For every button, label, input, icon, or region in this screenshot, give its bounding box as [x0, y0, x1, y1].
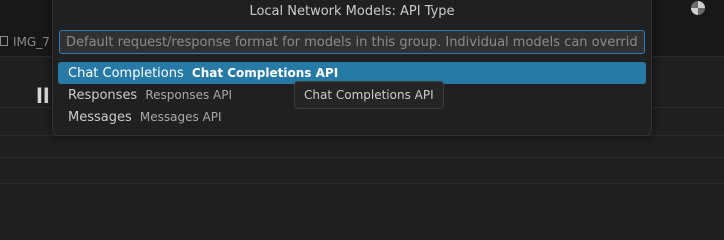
quick-pick-widget: Local Network Models: API Type Chat Comp… [52, 0, 652, 136]
divider [0, 183, 724, 184]
editor-tab[interactable]: IMG_7 [0, 30, 60, 56]
item-label: Responses [68, 88, 138, 103]
editor-tab-label: IMG_7 [13, 35, 50, 49]
status-pie-icon[interactable] [691, 1, 705, 15]
quick-pick-item-messages[interactable]: Messages Messages API [58, 106, 646, 128]
item-label: Messages [68, 110, 132, 125]
item-description: Chat Completions API [191, 66, 339, 80]
file-image-icon [0, 36, 8, 46]
item-label: Chat Completions [68, 66, 184, 81]
divider [0, 157, 724, 158]
quick-pick-title: Local Network Models: API Type [249, 4, 455, 19]
editor-content-glyph: ll [36, 84, 50, 108]
quick-pick-input[interactable] [59, 30, 645, 54]
item-description: Responses API [145, 88, 233, 102]
item-description: Messages API [139, 110, 222, 124]
hover-tooltip: Chat Completions API [294, 81, 444, 109]
